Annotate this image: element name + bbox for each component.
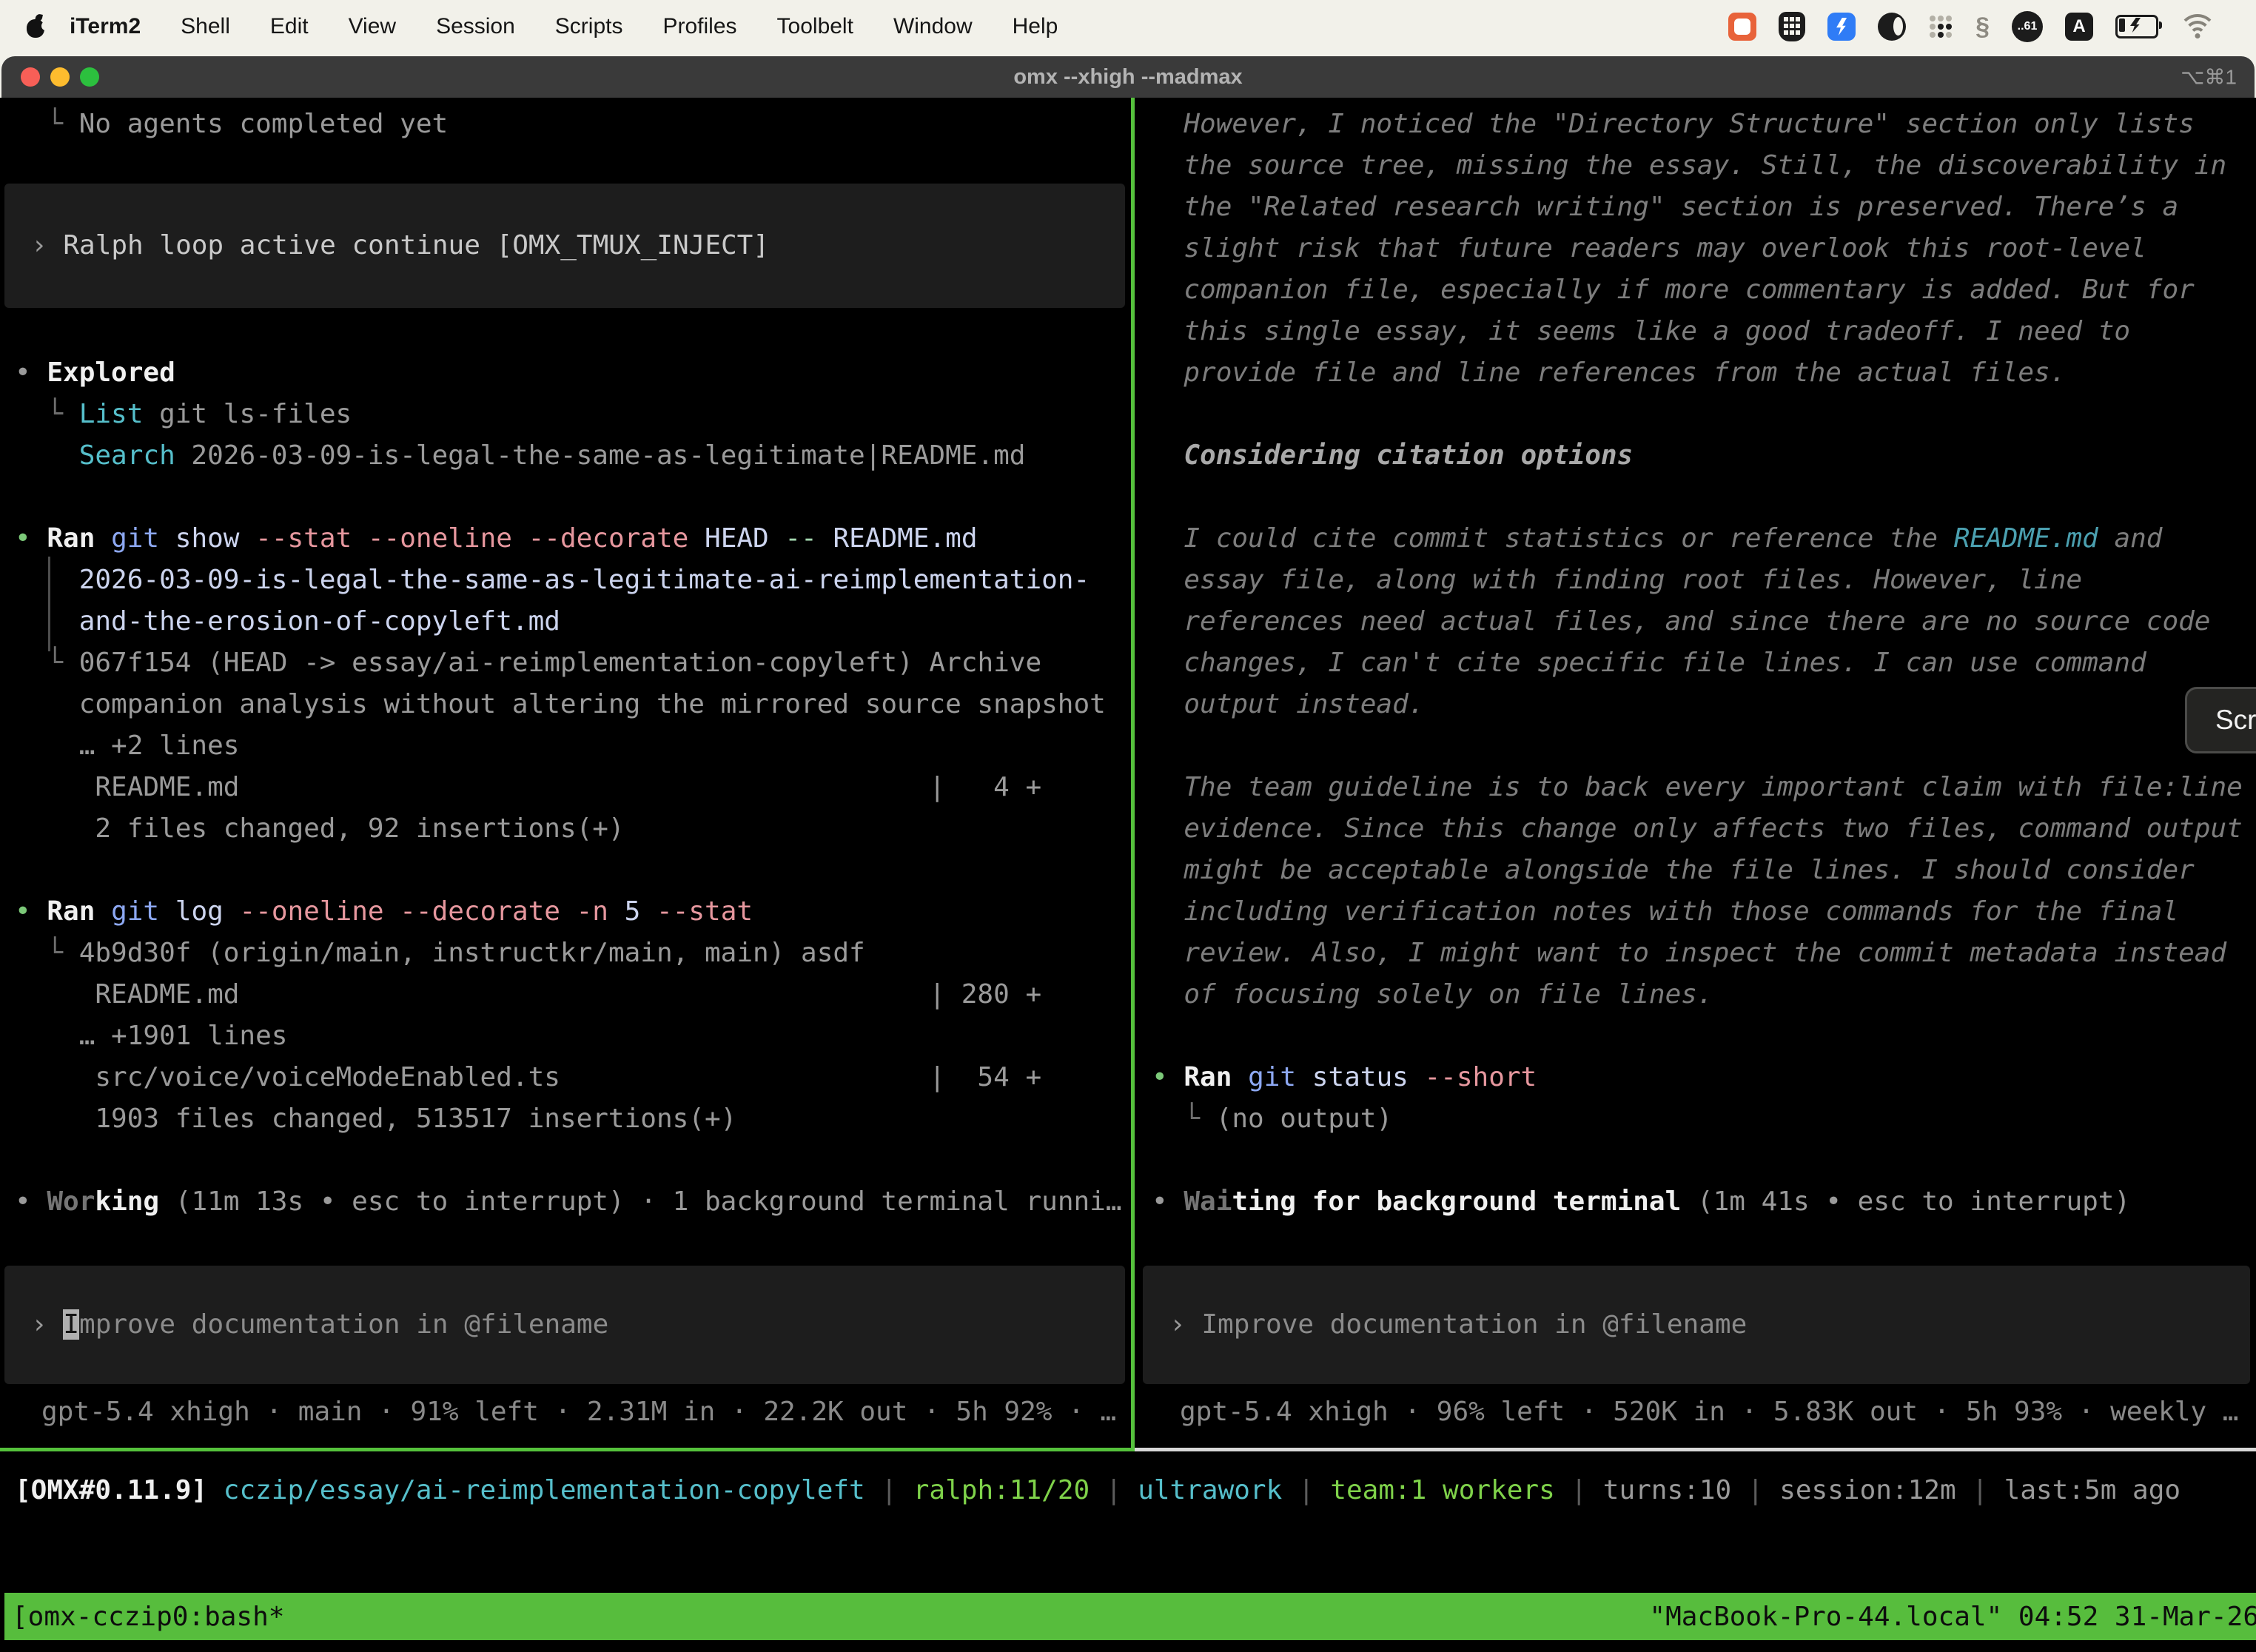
terminal-line: essay file, along with finding root file… [1138, 560, 2256, 601]
terminal-line: companion file, especially if more comme… [1138, 269, 2256, 311]
bottom-border-active [0, 1448, 1135, 1451]
terminal-line: Considering citation options [1138, 435, 2256, 477]
terminal-line: • Ran git status --short [1138, 1057, 2256, 1098]
menu-bar-status: § ..61 A [1728, 11, 2256, 42]
menu-item-help[interactable]: Help [993, 14, 1078, 39]
dots-grid-icon[interactable] [1928, 14, 1953, 39]
screen-tooltip-label: Scre [2215, 705, 2256, 736]
terminal-line: slight risk that future readers may over… [1138, 228, 2256, 269]
terminal-line: The team guideline is to back every impo… [1138, 767, 2256, 808]
right-pane: However, I noticed the "Directory Struct… [1138, 98, 2256, 1448]
omx-status-line: [OMX#0.11.9] cczip/essay/ai-reimplementa… [0, 1470, 2256, 1511]
tmux-status-bar: [omx-cczip0:bash* "MacBook-Pro-44.local"… [4, 1593, 2256, 1640]
terminal-line: 2026-03-09-is-legal-the-same-as-legitima… [0, 560, 1131, 601]
terminal-line: and-the-erosion-of-copyleft.md [0, 601, 1131, 642]
terminal-line: • Waiting for background terminal (1m 41… [1138, 1181, 2256, 1223]
terminal-line: output instead. [1138, 684, 2256, 725]
title-bar-row: omx --xhigh --madmax ⌥⌘1 [0, 53, 2256, 98]
terminal-line: Search 2026-03-09-is-legal-the-same-as-l… [0, 435, 1131, 477]
pane-divider[interactable] [1131, 98, 1135, 1448]
left-pane-log: • Explored └ List git ls-files Search 20… [0, 352, 1131, 1223]
menu-bar: iTerm2ShellEditViewSessionScriptsProfile… [0, 0, 2256, 53]
terminal-line: • Explored [0, 352, 1131, 394]
cable-icon[interactable]: § [1975, 13, 1990, 41]
terminal-line: this single essay, it seems like a good … [1138, 311, 2256, 352]
zoom-button[interactable] [80, 67, 99, 87]
terminal-line: └ No agents completed yet [0, 104, 1131, 145]
terminal-line: However, I noticed the "Directory Struct… [1138, 104, 2256, 145]
chat-icon[interactable] [1728, 13, 1756, 41]
right-model-status: gpt-5.4 xhigh · 96% left · 520K in · 5.8… [1138, 1391, 2256, 1433]
terminal-line: provide file and line references from th… [1138, 352, 2256, 394]
right-prompt-input[interactable]: › Improve documentation in @filename [1143, 1266, 2250, 1384]
title-bar: omx --xhigh --madmax ⌥⌘1 [1, 56, 2255, 98]
apple-icon[interactable] [27, 16, 46, 38]
screen-tooltip[interactable]: Scre [2185, 687, 2256, 753]
terminal-line: companion analysis without altering the … [0, 684, 1131, 725]
left-pane: └ No agents completed yet › Ralph loop a… [0, 98, 1131, 1448]
badge-61-icon[interactable]: ..61 [2012, 11, 2043, 42]
right-prompt-input-line: › Improve documentation in @filename [1169, 1304, 1747, 1346]
menu-item-session[interactable]: Session [416, 14, 535, 39]
terminal-line: └ 4b9d30f (origin/main, instructkr/main,… [0, 933, 1131, 974]
window-shortcut: ⌥⌘1 [2181, 65, 2237, 90]
left-prompt-input[interactable]: › Improve documentation in @filename [4, 1266, 1125, 1384]
terminal-line: might be acceptable alongside the file l… [1138, 850, 2256, 891]
tree-guide-line [48, 557, 50, 651]
menu-bar-left: iTerm2ShellEditViewSessionScriptsProfile… [0, 14, 1078, 39]
window-title: omx --xhigh --madmax [1, 65, 2255, 90]
swift-bolt-icon[interactable] [1827, 13, 1856, 41]
menu-item-toolbelt[interactable]: Toolbelt [757, 14, 873, 39]
close-button[interactable] [21, 67, 40, 87]
tmux-host-clock: "MacBook-Pro-44.local" 04:52 31-Mar-26 [1649, 1602, 2256, 1632]
left-prompt-input-line: › Improve documentation in @filename [31, 1304, 608, 1346]
tmux-session-label: [omx-cczip0:bash* [12, 1602, 284, 1632]
menu-item-view[interactable]: View [329, 14, 416, 39]
terminal-line: I could cite commit statistics or refere… [1138, 518, 2256, 560]
left-pane-header-lines: └ No agents completed yet [0, 104, 1131, 145]
terminal-line: src/voice/voiceModeEnabled.ts | 54 + [0, 1057, 1131, 1098]
terminal-line: the source tree, missing the essay. Stil… [1138, 145, 2256, 187]
moon-disc-icon[interactable] [1878, 13, 1906, 41]
traffic-lights [21, 67, 99, 87]
terminal: └ No agents completed yet › Ralph loop a… [0, 98, 2256, 1448]
terminal-line: └ List git ls-files [0, 394, 1131, 435]
menu-item-iterm2[interactable]: iTerm2 [56, 14, 161, 39]
bottom-border-inactive [1135, 1448, 2256, 1451]
keyboard-layout-icon[interactable]: A [2065, 13, 2093, 41]
wifi-icon[interactable] [2181, 14, 2215, 39]
terminal-line: changes, I can't cite specific file line… [1138, 642, 2256, 684]
menu-items: iTerm2ShellEditViewSessionScriptsProfile… [56, 14, 1078, 39]
screen: iTerm2ShellEditViewSessionScriptsProfile… [0, 0, 2256, 1652]
right-pane-log: However, I noticed the "Directory Struct… [1138, 104, 2256, 1223]
terminal-line: review. Also, I might want to inspect th… [1138, 933, 2256, 974]
ralph-loop-notice-line: › Ralph loop active continue [OMX_TMUX_I… [31, 225, 769, 266]
terminal-line: README.md | 4 + [0, 767, 1131, 808]
menu-item-shell[interactable]: Shell [161, 14, 250, 39]
terminal-line: including verification notes with those … [1138, 891, 2256, 933]
terminal-line: • Working (11m 13s • esc to interrupt) ·… [0, 1181, 1131, 1223]
menu-item-edit[interactable]: Edit [250, 14, 329, 39]
terminal-line: references need actual files, and since … [1138, 601, 2256, 642]
left-model-status: gpt-5.4 xhigh · main · 91% left · 2.31M … [0, 1391, 1131, 1433]
menu-item-window[interactable]: Window [873, 14, 993, 39]
terminal-line: 1903 files changed, 513517 insertions(+) [0, 1098, 1131, 1140]
terminal-line: • Ran git show --stat --oneline --decora… [0, 518, 1131, 560]
menu-item-profiles[interactable]: Profiles [642, 14, 756, 39]
terminal-line: 2 files changed, 92 insertions(+) [0, 808, 1131, 850]
terminal-line: └ 067f154 (HEAD -> essay/ai-reimplementa… [0, 642, 1131, 684]
terminal-line: └ (no output) [1138, 1098, 2256, 1140]
terminal-line: • Ran git log --oneline --decorate -n 5 … [0, 891, 1131, 933]
terminal-line: … +1901 lines [0, 1015, 1131, 1057]
menu-item-scripts[interactable]: Scripts [535, 14, 643, 39]
terminal-line: of focusing solely on file lines. [1138, 974, 2256, 1015]
battery-icon[interactable] [2115, 15, 2158, 38]
terminal-line: the "Related research writing" section i… [1138, 187, 2256, 228]
terminal-line: README.md | 280 + [0, 974, 1131, 1015]
ralph-loop-notice-box: › Ralph loop active continue [OMX_TMUX_I… [4, 184, 1125, 308]
terminal-line: evidence. Since this change only affects… [1138, 808, 2256, 850]
minimize-button[interactable] [50, 67, 70, 87]
shield-grid-icon[interactable] [1779, 12, 1805, 41]
terminal-line: … +2 lines [0, 725, 1131, 767]
